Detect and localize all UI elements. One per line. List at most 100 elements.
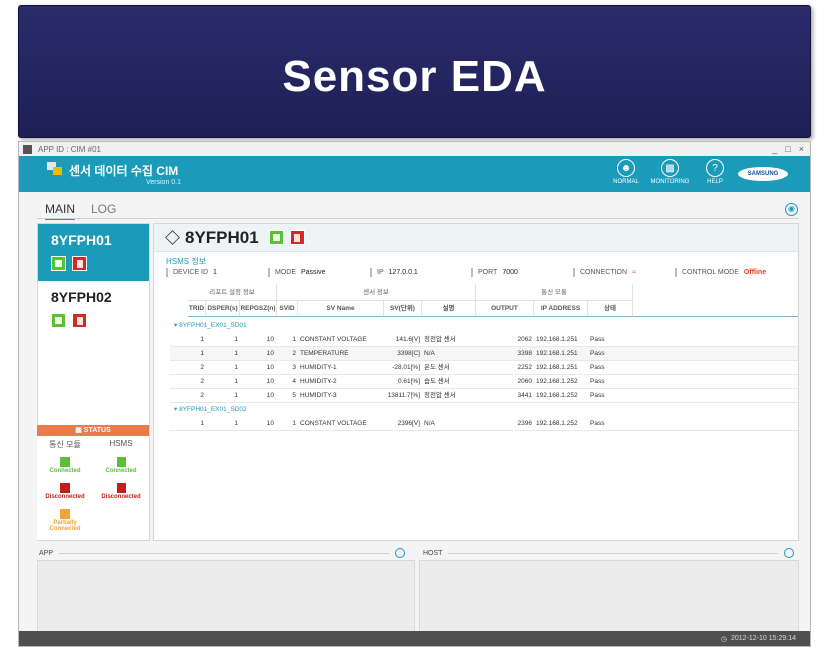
port-label: PORT xyxy=(478,269,498,276)
samsung-logo: SAMSUNG xyxy=(738,167,788,181)
device-title: 8YFPH01 xyxy=(185,227,259,247)
port-value: 7000 xyxy=(502,269,518,276)
help-icon: ? xyxy=(706,159,724,177)
close-button[interactable]: × xyxy=(799,144,804,154)
app-refresh-icon[interactable] xyxy=(395,548,406,558)
col-svid[interactable]: SVID xyxy=(277,301,298,317)
device-item-8yfph01[interactable]: 8YFPH01 xyxy=(38,224,149,281)
control-mode-label: CONTROL MODE xyxy=(682,269,739,276)
cell-svid: 3 xyxy=(292,364,296,371)
host-pane-label: HOST xyxy=(423,549,443,557)
cell-output: 3441 xyxy=(517,392,532,399)
host-pane-header: HOST xyxy=(423,547,801,559)
app-pane-label: APP xyxy=(39,549,54,557)
device-name: 8YFPH02 xyxy=(51,289,112,305)
cell-sv: -28.01[%] xyxy=(392,364,420,371)
device-item-8yfph02[interactable]: 8YFPH02 xyxy=(38,281,149,338)
legend-col-comm: 통신 모듈 xyxy=(49,440,81,449)
table-row[interactable]: 1 1 10 1 CONSTANT VOLTAGE 141.6[V] 정전압 센서 2062 1… xyxy=(170,333,798,347)
monitoring-button[interactable]: ▩ MONITORING xyxy=(648,159,692,185)
col-state[interactable]: 상태 xyxy=(588,301,633,317)
cell-sv: 13811.7[%] xyxy=(387,392,420,399)
group-sensor-info: 센서 정보 xyxy=(277,284,476,301)
app-title: 센서 데이터 수집 CIM xyxy=(69,164,179,178)
cell-desc: 온도 센서 xyxy=(424,364,450,371)
col-trid[interactable]: TRID xyxy=(188,301,206,317)
help-label: HELP xyxy=(707,179,723,185)
cell-ip: 192.168.1.251 xyxy=(536,336,578,343)
table-group-header[interactable]: ▾ 8YFPH01_EX01_SD02 xyxy=(174,405,247,413)
cell-state: Pass xyxy=(590,378,605,385)
cell-dsper: 1 xyxy=(234,350,238,357)
app-log-pane[interactable] xyxy=(37,560,415,634)
comm-module-status-icon xyxy=(268,230,284,245)
col-sv[interactable]: SV(단위) xyxy=(384,301,422,317)
cell-trid: 2 xyxy=(200,392,204,399)
cell-ip: 192.168.1.252 xyxy=(536,420,578,427)
status-datetime: 2012-12-10 15:29:14 xyxy=(731,635,796,642)
clock-icon: ◷ xyxy=(720,635,727,643)
cell-ip: 192.168.1.252 xyxy=(536,378,578,385)
col-description[interactable]: 설명 xyxy=(422,301,476,317)
host-log-pane[interactable] xyxy=(419,560,799,634)
col-dsper[interactable]: DSPER(s) xyxy=(206,301,240,317)
cell-output: 2252 xyxy=(517,364,532,371)
device-id-label: DEVICE ID xyxy=(173,269,209,276)
cell-dsper: 1 xyxy=(234,420,238,427)
cell-dsper: 1 xyxy=(234,364,238,371)
table-row[interactable]: 2 1 10 4 HUMIDITY-2 0.61[%] 습도 센서 2060 192.168.1… xyxy=(170,375,798,389)
cell-repgsz: 10 xyxy=(266,336,274,343)
cell-sv-name: CONSTANT VOLTAGE xyxy=(300,336,367,343)
hsms-status-icon xyxy=(289,230,305,245)
group-report-settings: 리포트 설정 정보 xyxy=(188,284,277,301)
puzzle-icon xyxy=(60,483,70,493)
table-row[interactable]: 2 1 10 5 HUMIDITY-3 13811.7[%] 정전압 센서 3441 192.1… xyxy=(170,389,798,403)
cell-ip: 192.168.1.252 xyxy=(536,392,578,399)
connection-label: CONNECTION xyxy=(580,269,628,276)
cell-state: Pass xyxy=(590,364,605,371)
monitor-icon: ▩ xyxy=(661,159,679,177)
cell-sv-name: CONSTANT VOLTAGE xyxy=(300,420,367,427)
mode-value: Passive xyxy=(301,269,326,276)
cell-repgsz: 10 xyxy=(266,364,274,371)
comm-module-status-icon xyxy=(51,313,66,328)
cell-svid: 5 xyxy=(292,392,296,399)
legend-hsms-disconnected: Disconnected xyxy=(96,483,146,500)
cell-state: Pass xyxy=(590,336,605,343)
help-button[interactable]: ? HELP xyxy=(693,159,737,185)
maximize-button[interactable]: □ xyxy=(785,144,790,154)
monitoring-label: MONITORING xyxy=(650,179,690,185)
legend-hsms-connected: Connected xyxy=(96,457,146,474)
cell-desc: 습도 센서 xyxy=(424,378,450,385)
cell-desc: 정전압 센서 xyxy=(424,392,456,399)
table-row[interactable]: 1 1 10 2 TEMPERATURE 3398[C] N/A 3398 192.168.1.… xyxy=(170,347,798,361)
col-output[interactable]: OUTPUT xyxy=(476,301,534,317)
device-header: 8YFPH01 xyxy=(154,224,798,252)
host-refresh-icon[interactable] xyxy=(784,548,795,558)
globe-icon[interactable]: ◉ xyxy=(785,203,798,216)
col-repgsz[interactable]: REPGSZ(n) xyxy=(240,301,277,317)
database-icon xyxy=(116,457,126,467)
table-group-header[interactable]: ▾ 8YFPH01_EX01_SD01 xyxy=(174,321,247,329)
cell-svid: 2 xyxy=(292,350,296,357)
cell-repgsz: 10 xyxy=(266,378,274,385)
cell-sv-name: HUMIDITY-1 xyxy=(300,364,337,371)
cell-state: Pass xyxy=(590,350,605,357)
puzzle-icon xyxy=(60,457,70,467)
disconnected-link-icon: ≈ xyxy=(632,269,636,276)
cell-state: Pass xyxy=(590,420,605,427)
cell-sv-name: HUMIDITY-3 xyxy=(300,392,337,399)
normal-label: NORMAL xyxy=(613,179,639,185)
normal-button[interactable]: ☻ NORMAL xyxy=(604,159,648,185)
cell-ip: 192.168.1.251 xyxy=(536,350,578,357)
col-ip-address[interactable]: IP ADDRESS xyxy=(534,301,588,317)
database-icon xyxy=(116,483,126,493)
cell-ip: 192.168.1.251 xyxy=(536,364,578,371)
cell-dsper: 1 xyxy=(234,378,238,385)
minimize-button[interactable]: _ xyxy=(772,144,777,154)
table-row[interactable]: 2 1 10 3 HUMIDITY-1 -28.01[%] 온도 센서 2252 192.168… xyxy=(170,361,798,375)
banner-title: Sensor EDA xyxy=(282,51,547,101)
table-row[interactable]: 1 1 10 1 CONSTANT VOLTAGE 2396[V] N/A 2396 192.1… xyxy=(170,417,798,431)
col-sv-name[interactable]: SV Name xyxy=(298,301,384,317)
legend-col-hsms: HSMS xyxy=(109,439,133,448)
